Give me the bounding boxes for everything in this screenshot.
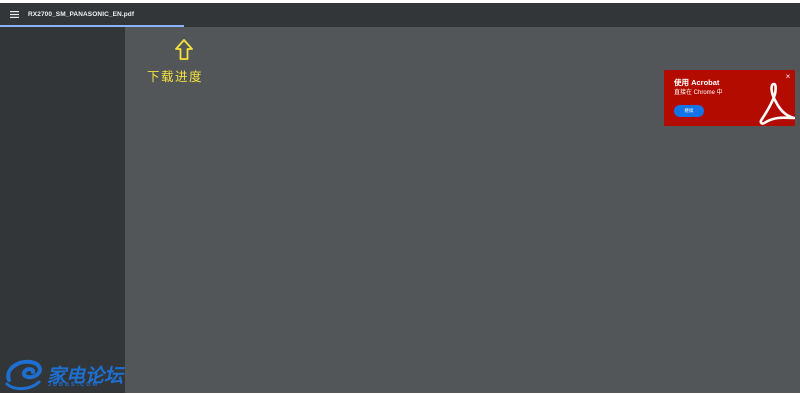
- watermark-brand-en: JDBBS.COM: [48, 382, 100, 388]
- jdbbs-watermark: 家电论坛 JDBBS.COM: [3, 358, 129, 394]
- adobe-acrobat-logo-icon: [759, 82, 795, 125]
- thumbnail-sidebar: [0, 27, 125, 393]
- document-title: RX2700_SM_PANASONIC_EN.pdf: [28, 11, 135, 18]
- acrobat-promo-card: 使用 Acrobat 直接在 Chrome 中 继续 ×: [664, 70, 795, 126]
- hamburger-menu-icon[interactable]: [0, 3, 28, 26]
- continue-button[interactable]: 继续: [674, 105, 704, 117]
- up-arrow-outline-icon: [175, 39, 193, 60]
- download-progress-annotation: 下载进度: [147, 69, 204, 84]
- viewer-toolbar: RX2700_SM_PANASONIC_EN.pdf: [0, 3, 800, 26]
- jdbbs-swirl-logo-icon: [5, 359, 42, 391]
- promo-subtitle: 直接在 Chrome 中: [674, 90, 723, 96]
- pdf-viewer-window: RX2700_SM_PANASONIC_EN.pdf 下载进度 使用 Acrob…: [0, 3, 800, 393]
